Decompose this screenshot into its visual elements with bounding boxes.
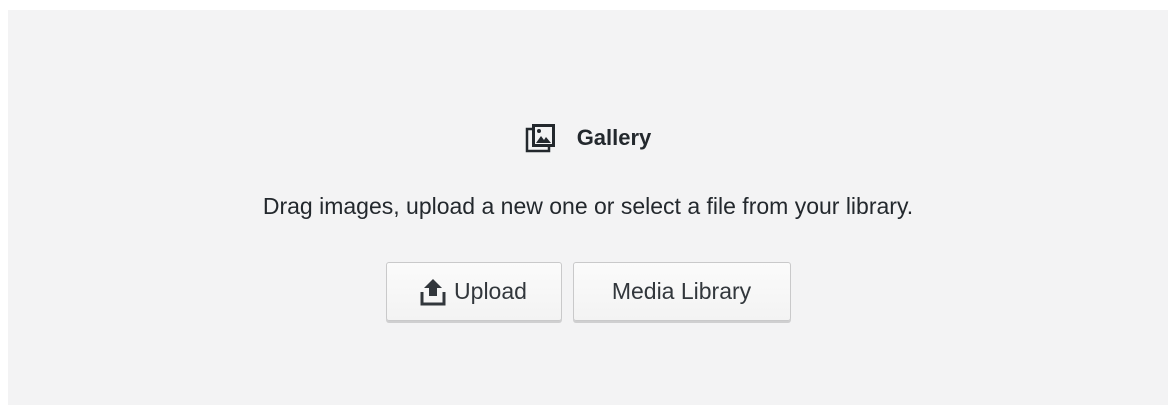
gallery-block-placeholder: Gallery Drag images, upload a new one or… — [8, 10, 1168, 405]
block-title-row: Gallery — [8, 118, 1168, 158]
gallery-icon — [525, 122, 557, 154]
block-instructions: Drag images, upload a new one or select … — [262, 193, 914, 219]
upload-button[interactable]: Upload — [385, 262, 562, 321]
upload-button-label: Upload — [454, 278, 527, 304]
media-library-button[interactable]: Media Library — [572, 262, 791, 321]
upload-icon — [420, 278, 446, 306]
media-library-button-label: Media Library — [611, 278, 752, 304]
block-title: Gallery — [576, 125, 652, 150]
placeholder-actions: Upload Media Library — [8, 262, 1168, 321]
